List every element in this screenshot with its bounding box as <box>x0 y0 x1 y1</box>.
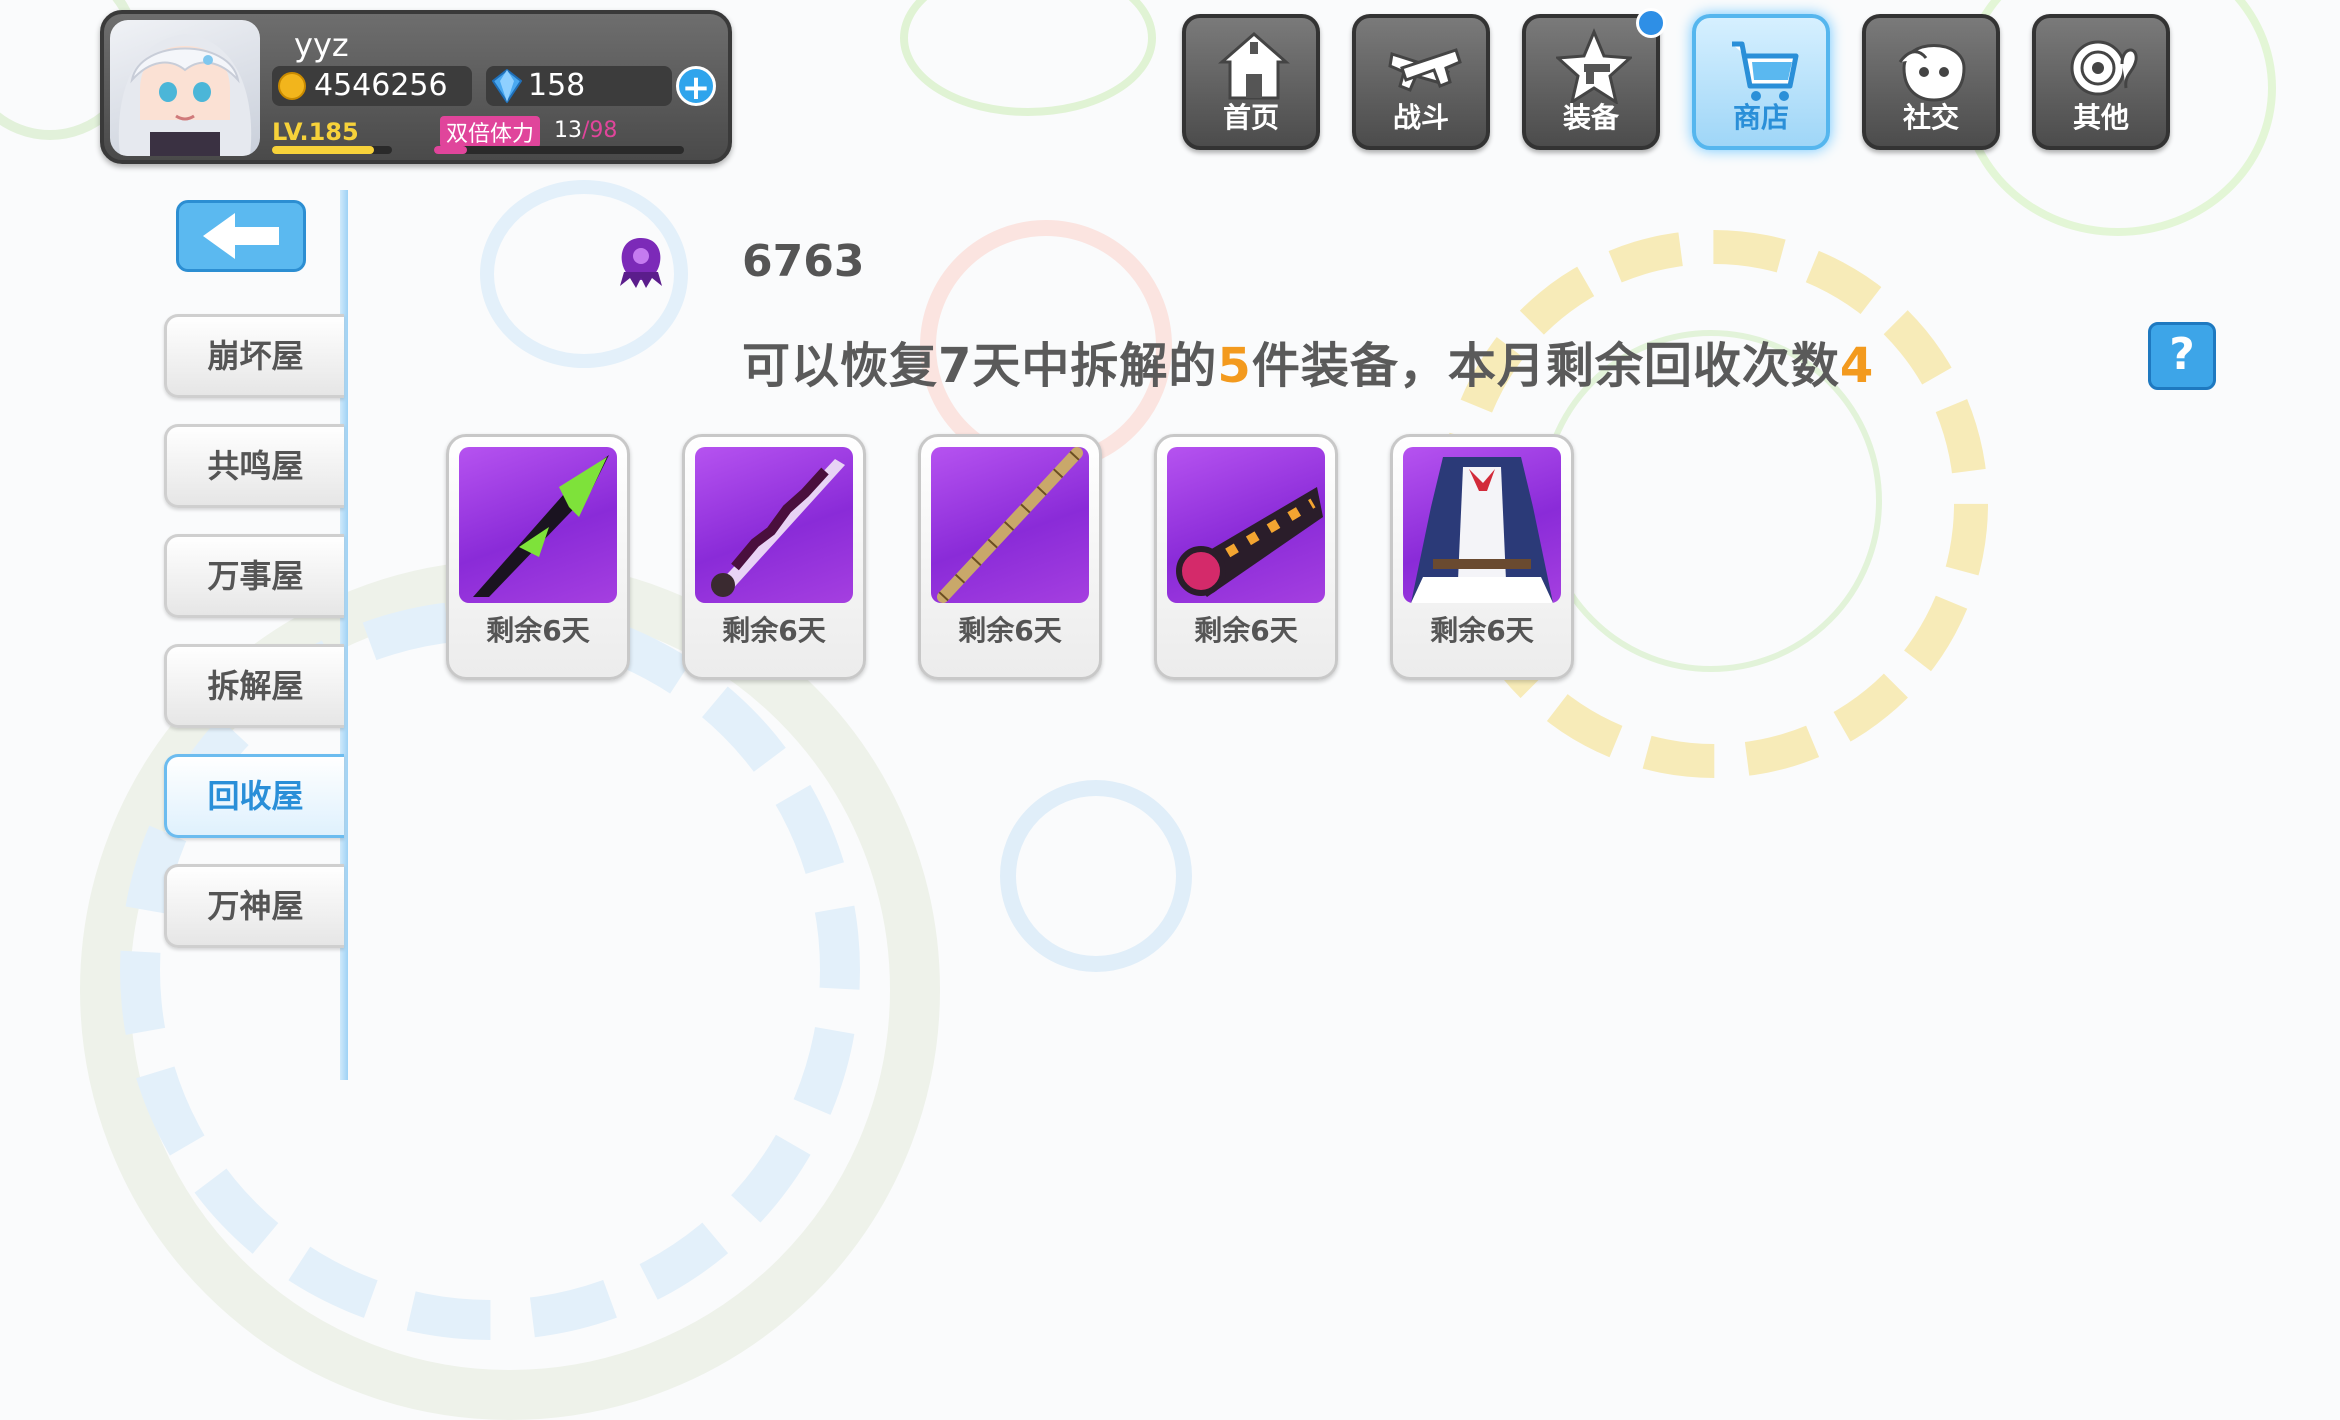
nav-other-button[interactable]: 其他 <box>2032 14 2170 150</box>
nav-label: 其他 <box>2072 101 2129 134</box>
nav-label: 战斗 <box>1392 101 1449 134</box>
item-thumbnail <box>931 447 1089 603</box>
nav-label: 商店 <box>1732 101 1789 134</box>
item-thumbnail <box>695 447 853 603</box>
sidebar-item-label: 回收屋 <box>207 777 304 815</box>
info-prefix: 可以恢复7天中拆解的 <box>742 338 1218 394</box>
sidebar-item-dismantle-house[interactable]: 拆解屋 <box>164 644 344 728</box>
sidebar-item-label: 万神屋 <box>207 887 304 925</box>
stamina-bar <box>434 146 684 154</box>
sidebar-item-label: 共鸣屋 <box>207 447 304 485</box>
background-ring <box>900 0 1156 116</box>
background-ring <box>1000 780 1192 972</box>
bamboo-staff-weapon-icon <box>937 447 1083 603</box>
item-time-remaining: 剩余6天 <box>486 614 590 647</box>
level-progress-fill <box>272 146 374 154</box>
recoverable-item-card[interactable]: 剩余6天 <box>446 434 630 680</box>
recoverable-item-card[interactable]: 剩余6天 <box>1154 434 1338 680</box>
crystal-value: 158 <box>528 68 586 103</box>
green-scythe-weapon-icon <box>473 455 609 597</box>
plus-icon: + <box>681 68 711 108</box>
nav-battle-button[interactable]: 战斗 <box>1352 14 1490 150</box>
sidebar-item-honkai-house[interactable]: 崩坏屋 <box>164 314 344 398</box>
stamina-value: 13/98 <box>554 118 617 143</box>
crystal-icon <box>492 69 522 103</box>
recycle-currency-icon <box>620 238 662 288</box>
recoverable-item-card[interactable]: 剩余6天 <box>682 434 866 680</box>
sidebar-item-label: 崩坏屋 <box>207 337 304 375</box>
chibi-face-icon <box>1898 44 1966 102</box>
coin-counter: 4546256 <box>272 66 472 106</box>
sidebar-item-resonance-house[interactable]: 共鸣屋 <box>164 424 344 508</box>
item-time-remaining: 剩余6天 <box>1430 614 1534 647</box>
stamina-label: 双倍体力 <box>440 116 541 148</box>
item-thumbnail <box>459 447 617 603</box>
info-middle: 件装备，本月剩余回收次数 <box>1251 338 1840 394</box>
player-portrait-icon <box>118 34 252 156</box>
recoverable-count: 5 <box>1217 338 1252 394</box>
coin-icon <box>278 72 306 100</box>
stamina-max: /98 <box>582 118 618 143</box>
help-button[interactable]: ? <box>2148 322 2216 390</box>
item-thumbnail <box>1403 447 1561 603</box>
item-time-remaining: 剩余6天 <box>958 614 1062 647</box>
nav-label: 装备 <box>1562 101 1619 134</box>
chainsaw-weapon-icon <box>1176 487 1323 597</box>
chain-sword-weapon-icon <box>711 459 845 597</box>
sidebar-item-label: 万事屋 <box>207 557 304 595</box>
question-mark-icon: ? <box>2169 329 2195 380</box>
nav-label: 首页 <box>1222 101 1279 134</box>
item-time-remaining: 剩余6天 <box>1194 614 1298 647</box>
target-icon <box>2070 40 2138 96</box>
player-status-panel: yyz 4546256 158 + LV.185 双倍体力 13/98 <box>100 10 732 164</box>
sidebar-item-pantheon-house[interactable]: 万神屋 <box>164 864 344 948</box>
nav-shop-button[interactable]: 商店 <box>1692 14 1830 150</box>
nav-home-button[interactable]: 首页 <box>1182 14 1320 150</box>
coin-value: 4546256 <box>314 68 448 103</box>
recoverable-item-card[interactable]: 剩余6天 <box>918 434 1102 680</box>
crossed-guns-icon <box>1388 48 1462 92</box>
avatar[interactable] <box>110 20 260 156</box>
item-thumbnail <box>1167 447 1325 603</box>
player-name: yyz <box>294 26 349 64</box>
shopping-basket-icon <box>1732 41 1799 101</box>
maid-outfit-costume-icon <box>1411 457 1553 603</box>
crystal-counter: 158 <box>486 66 672 106</box>
item-time-remaining: 剩余6天 <box>722 614 826 647</box>
remaining-recycles-count: 4 <box>1839 338 1875 394</box>
back-arrow-icon <box>203 213 279 259</box>
recycle-currency-value: 6763 <box>742 236 865 287</box>
add-crystals-button[interactable]: + <box>676 66 716 108</box>
stamina-current: 13 <box>554 118 582 143</box>
level-progress-bar <box>272 146 392 154</box>
sidebar-item-general-house[interactable]: 万事屋 <box>164 534 344 618</box>
notification-dot-icon <box>1636 8 1666 38</box>
nav-label: 社交 <box>1902 101 1959 134</box>
recoverable-item-card[interactable]: 剩余6天 <box>1390 434 1574 680</box>
sidebar-item-label: 拆解屋 <box>207 667 304 705</box>
sidebar-item-recycle-house[interactable]: 回收屋 <box>164 754 344 838</box>
player-level: LV.185 <box>272 118 359 146</box>
nav-equipment-button[interactable]: 装备 <box>1522 8 1666 150</box>
star-gun-icon <box>1556 28 1632 104</box>
recovery-info-text: 可以恢复7天中拆解的5件装备，本月剩余回收次数4 <box>742 326 1874 396</box>
stamina-fill <box>434 146 467 154</box>
nav-social-button[interactable]: 社交 <box>1862 14 2000 150</box>
house-icon <box>1218 32 1290 100</box>
back-button[interactable] <box>176 200 306 272</box>
